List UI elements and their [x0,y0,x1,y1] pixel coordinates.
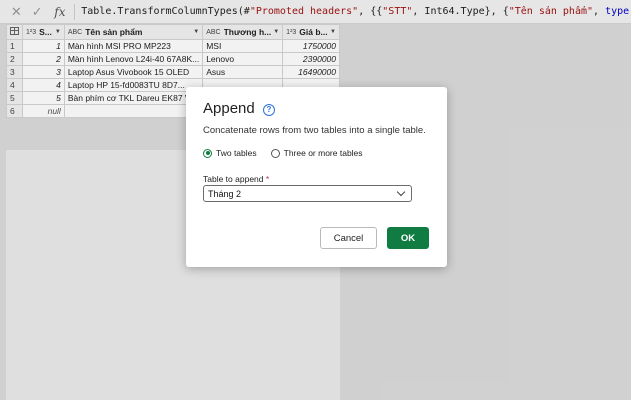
append-mode-options: Two tables Three or more tables [203,148,363,158]
append-dialog: Append ? Concatenate rows from two table… [186,87,447,267]
required-mark: * [265,174,270,184]
radio-two-tables[interactable] [203,148,212,158]
chevron-down-icon [396,187,406,197]
ok-button[interactable]: OK [387,227,429,249]
select-value: Tháng 2 [208,188,242,199]
dialog-description: Concatenate rows from two tables into a … [203,125,426,136]
radio-three-or-more-tables[interactable] [270,148,280,158]
radio-two-tables-label[interactable]: Two tables [216,148,257,158]
radio-three-or-more-tables-label[interactable]: Three or more tables [284,148,363,158]
help-icon[interactable]: ? [263,104,275,116]
cancel-button[interactable]: Cancel [320,227,377,249]
dialog-title: Append [203,100,255,117]
table-to-append-label: Table to append * [203,174,270,184]
table-to-append-select[interactable]: Tháng 2 [203,185,412,202]
